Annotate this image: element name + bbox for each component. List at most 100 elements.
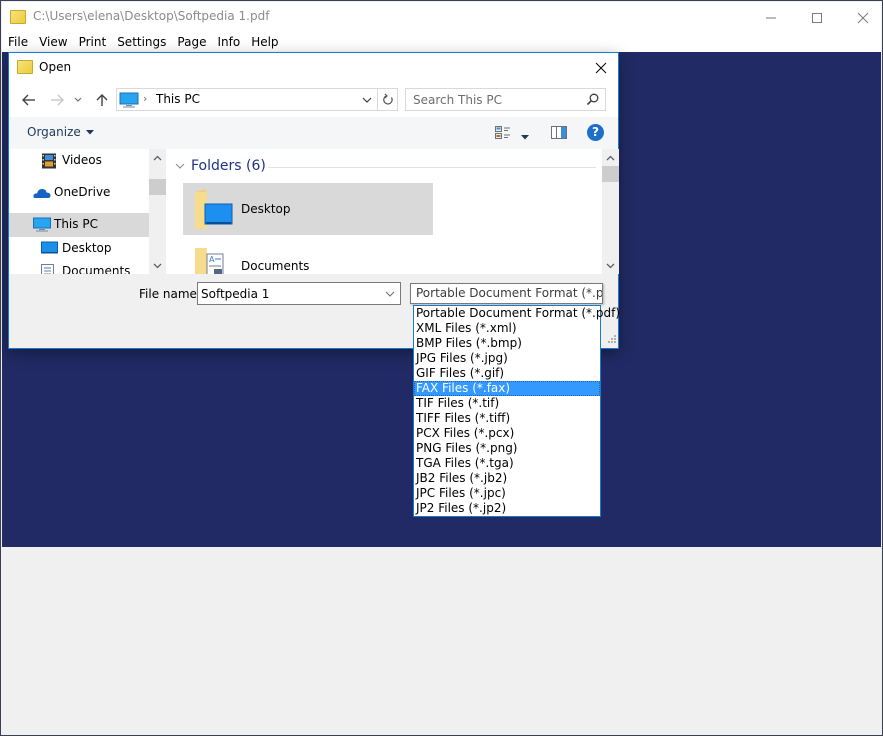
- close-button[interactable]: [840, 3, 883, 32]
- file-type-option[interactable]: TIFF Files (*.tiff): [414, 411, 600, 426]
- content-scrollbar[interactable]: [602, 149, 619, 274]
- scroll-thumb[interactable]: [602, 166, 619, 182]
- navigation-pane-scrollbar[interactable]: [149, 149, 166, 274]
- caret-down-icon: [85, 129, 94, 134]
- group-header-label: Folders (6): [191, 158, 266, 174]
- search-input[interactable]: [406, 89, 576, 110]
- nav-item-label: This PC: [54, 217, 98, 231]
- minimize-button[interactable]: [748, 3, 794, 32]
- navigation-pane: Videos OneDrive This PC Desktop Document…: [9, 149, 149, 274]
- address-location[interactable]: This PC: [156, 92, 200, 106]
- file-name-combo[interactable]: [197, 282, 401, 305]
- group-divider: [268, 167, 596, 168]
- menu-settings[interactable]: Settings: [117, 35, 166, 49]
- file-type-option[interactable]: Portable Document Format (*.pdf): [414, 306, 620, 321]
- nav-item-videos[interactable]: Videos: [9, 149, 149, 173]
- dialog-title-bar: Open: [9, 53, 618, 83]
- file-type-option[interactable]: JB2 Files (*.jb2): [414, 471, 600, 486]
- computer-icon: [119, 92, 139, 111]
- nav-item-this-pc[interactable]: This PC: [9, 213, 149, 237]
- close-icon: [857, 12, 869, 23]
- nav-item-label: OneDrive: [54, 185, 111, 199]
- title-bar: C:\Users\elena\Desktop\Softpedia 1.pdf: [2, 2, 881, 32]
- file-type-option[interactable]: TIF Files (*.tif): [414, 396, 600, 411]
- status-area: [2, 547, 881, 734]
- change-view-button[interactable]: [495, 125, 511, 144]
- refresh-icon: [383, 93, 393, 105]
- folder-icon: [17, 60, 33, 74]
- help-button[interactable]: ?: [587, 124, 604, 141]
- window-title: C:\Users\elena\Desktop\Softpedia 1.pdf: [33, 9, 270, 23]
- folder-item-desktop[interactable]: Desktop: [183, 183, 433, 235]
- chevron-down-icon: [385, 291, 395, 297]
- file-type-option[interactable]: PCX Files (*.pcx): [414, 426, 600, 441]
- navigation-bar: › This PC: [9, 85, 618, 115]
- file-type-combo[interactable]: Portable Document Format (*.pdf): [410, 283, 603, 304]
- desktop-icon: [41, 241, 58, 258]
- breadcrumb-separator-icon: ›: [143, 92, 148, 105]
- file-name-label: File name:: [139, 287, 201, 301]
- back-button[interactable]: [18, 90, 40, 110]
- refresh-button[interactable]: [377, 89, 398, 110]
- nav-item-documents[interactable]: Documents: [9, 260, 149, 274]
- chevron-down-icon: [175, 163, 185, 169]
- file-type-option[interactable]: JPG Files (*.jpg): [414, 351, 600, 366]
- search-icon[interactable]: [586, 93, 599, 109]
- recent-locations-button[interactable]: [71, 90, 85, 110]
- computer-icon: [33, 217, 51, 236]
- preview-pane-button[interactable]: [551, 126, 567, 142]
- up-button[interactable]: [91, 90, 113, 110]
- scroll-up-button[interactable]: [602, 149, 619, 166]
- desktop-folder-icon: [194, 188, 236, 233]
- organize-button[interactable]: Organize: [27, 125, 94, 139]
- nav-item-desktop[interactable]: Desktop: [9, 237, 149, 261]
- cloud-icon: [33, 187, 51, 202]
- nav-item-label: Desktop: [62, 241, 112, 255]
- file-type-option[interactable]: JPC Files (*.jpc): [414, 486, 600, 501]
- file-type-option[interactable]: BMP Files (*.bmp): [414, 336, 600, 351]
- scroll-thumb[interactable]: [149, 179, 166, 195]
- menu-info[interactable]: Info: [217, 35, 240, 49]
- nav-item-label: Documents: [62, 264, 131, 274]
- address-bar[interactable]: › This PC: [116, 88, 398, 111]
- file-type-option[interactable]: TGA Files (*.tga): [414, 456, 600, 471]
- dialog-title: Open: [39, 60, 72, 74]
- scroll-up-button[interactable]: [149, 149, 166, 166]
- command-toolbar: Organize ?: [9, 117, 618, 149]
- dialog-close-button[interactable]: [588, 55, 614, 81]
- address-dropdown-button[interactable]: [357, 89, 377, 110]
- content-pane: Folders (6) Desktop A Documents: [166, 149, 602, 274]
- chevron-up-icon: [606, 155, 615, 160]
- menu-help[interactable]: Help: [251, 35, 278, 49]
- file-name-dropdown-button[interactable]: [380, 283, 400, 304]
- svg-text:A: A: [209, 255, 215, 264]
- folders-group-header[interactable]: Folders (6): [175, 158, 266, 174]
- maximize-button[interactable]: [794, 3, 840, 32]
- chevron-down-icon: [606, 263, 615, 268]
- file-type-option[interactable]: FAX Files (*.fax): [414, 381, 600, 396]
- documents-folder-icon: A: [194, 244, 236, 274]
- menu-print[interactable]: Print: [79, 35, 107, 49]
- file-type-option[interactable]: JP2 Files (*.jp2): [414, 501, 600, 516]
- view-options-dropdown[interactable]: [521, 129, 529, 143]
- forward-button[interactable]: [46, 90, 68, 110]
- nav-item-onedrive[interactable]: OneDrive: [9, 181, 149, 205]
- chevron-up-icon: [153, 155, 162, 160]
- file-type-dropdown-list: Portable Document Format (*.pdf) XML File…: [413, 305, 620, 517]
- scroll-down-button[interactable]: [149, 257, 166, 274]
- search-box[interactable]: [405, 88, 606, 111]
- arrow-up-icon: [96, 94, 108, 106]
- menu-bar: File View Print Settings Page Info Help: [2, 32, 881, 52]
- resize-grip-icon[interactable]: [608, 332, 616, 346]
- folder-item-documents[interactable]: A Documents: [183, 239, 433, 274]
- scroll-down-button[interactable]: [602, 257, 619, 274]
- nav-item-label: Videos: [62, 153, 102, 167]
- file-type-option[interactable]: PNG Files (*.png): [414, 441, 600, 456]
- file-type-option[interactable]: GIF Files (*.gif): [414, 366, 600, 381]
- file-name-input[interactable]: [198, 283, 378, 304]
- videos-icon: [41, 153, 57, 172]
- file-type-option[interactable]: XML Files (*.xml): [414, 321, 600, 336]
- menu-page[interactable]: Page: [177, 35, 206, 49]
- menu-view[interactable]: View: [39, 35, 67, 49]
- menu-file[interactable]: File: [8, 35, 28, 49]
